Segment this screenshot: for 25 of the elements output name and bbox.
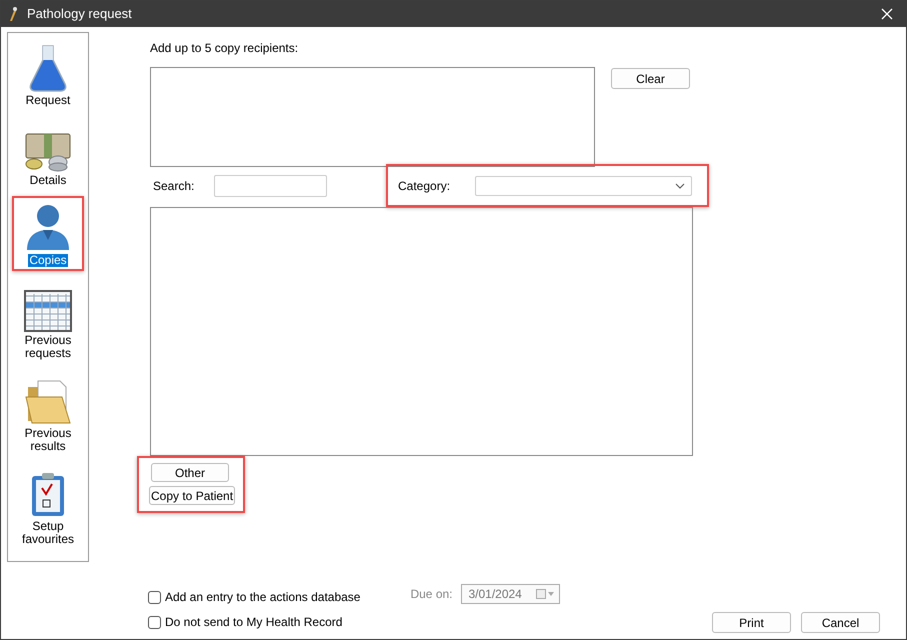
sidebar-label: Copies: [28, 254, 68, 267]
search-label: Search:: [153, 178, 196, 194]
checkbox-label: Add an entry to the actions database: [165, 589, 360, 606]
sidebar-item[interactable]: Previous requests: [12, 276, 84, 364]
dialog-button[interactable]: Print: [712, 612, 791, 633]
sidebar-label: Previous requests: [24, 334, 72, 360]
sidebar-item[interactable]: Details: [12, 116, 84, 191]
copy-button[interactable]: Copy to Patient: [149, 486, 236, 505]
dialog-button[interactable]: Cancel: [801, 612, 880, 633]
category-label: Category:: [398, 178, 452, 194]
copy-button[interactable]: Other: [151, 463, 229, 482]
due-date-value: 3/01/2024: [468, 586, 522, 603]
sidebar-item[interactable]: Copies: [12, 196, 84, 271]
sidebar-label: Details: [28, 174, 68, 187]
sidebar-item[interactable]: Request: [12, 36, 84, 111]
checkbox-label: Do not send to My Health Record: [165, 614, 342, 631]
clear-button[interactable]: Clear: [611, 68, 690, 89]
sidebar-label: Request: [24, 94, 72, 107]
sidebar-label: Previous results: [24, 427, 72, 453]
sidebar-label: Setup favourites: [20, 520, 76, 546]
recipients-label: Add up to 5 copy recipients:: [150, 40, 300, 57]
due-label: Due on:: [410, 586, 454, 603]
window-title: Pathology request: [27, 5, 132, 24]
sidebar-item[interactable]: Setup favourites: [12, 462, 84, 550]
sidebar-item[interactable]: Previous results: [12, 369, 84, 457]
